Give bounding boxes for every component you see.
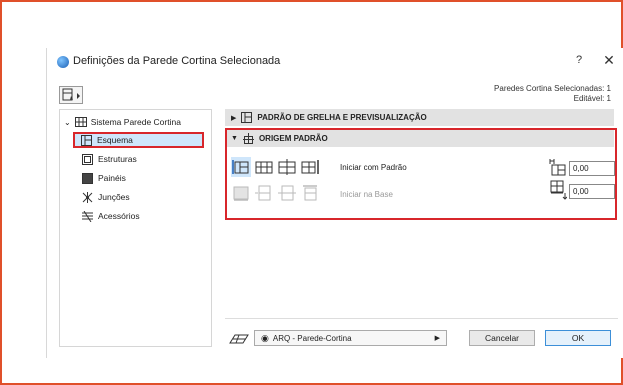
tree-item-label: Acessórios (98, 211, 140, 221)
vertical-offset-icon (550, 180, 567, 200)
dialog-title: Definições da Parede Cortina Selecionada (73, 55, 281, 67)
pattern-left-icon (232, 160, 249, 174)
frame-icon (82, 153, 93, 165)
start-base-middle-button[interactable] (277, 183, 297, 203)
junction-icon (82, 191, 93, 203)
start-pattern-right-button[interactable] (300, 157, 320, 177)
chevron-down-icon[interactable]: ⌄ (64, 118, 71, 127)
selection-info: Paredes Cortina Selecionadas: 1 Editável… (494, 84, 611, 104)
layer-favorite-selector[interactable]: ◉ ARQ - Parede-Cortina ▶ (254, 330, 447, 346)
eye-icon: ◉ (261, 332, 269, 343)
base-bottom-icon (233, 186, 249, 201)
pattern-center-icon (255, 161, 273, 174)
favorites-icon (62, 88, 80, 101)
cancel-button[interactable]: Cancelar (469, 330, 535, 346)
start-pattern-center-button[interactable] (254, 157, 274, 177)
curtain-wall-tool-icon (229, 334, 249, 344)
origin-settings-box: Iniciar com Padrão Iniciar na Base 0,00 … (225, 128, 617, 220)
vertical-offset-field[interactable]: 0,00 (569, 184, 615, 199)
chevron-right-icon[interactable]: ▶ (231, 114, 236, 122)
layer-name: ARQ - Parede-Cortina (272, 333, 352, 343)
pattern-right-icon (301, 160, 319, 174)
start-pattern-middle-button[interactable] (277, 157, 297, 177)
horizontal-offset-field[interactable]: 0,00 (569, 161, 615, 176)
base-center-icon (255, 185, 271, 201)
screenshot-frame: Definições da Parede Cortina Selecionada… (0, 0, 623, 385)
curtain-wall-icon (74, 117, 87, 127)
curtain-wall-settings-dialog: Definições da Parede Cortina Selecionada… (46, 48, 623, 358)
start-with-pattern-label: Iniciar com Padrão (340, 163, 407, 172)
panel-icon (82, 172, 93, 184)
start-at-base-label: Iniciar na Base (340, 190, 393, 199)
base-top-icon (303, 185, 317, 201)
start-pattern-left-button[interactable] (231, 157, 251, 177)
grid-pattern-icon (241, 112, 253, 123)
editable-count: Editável: 1 (573, 94, 611, 103)
section-grid-preview[interactable]: ▶ PADRÃO DE GRELHA E PREVISUALIZAÇÃO (225, 109, 614, 126)
title-bar: Definições da Parede Cortina Selecionada… (47, 48, 623, 76)
tree-item-accessories[interactable]: Acessórios (82, 208, 140, 224)
base-middle-icon (278, 185, 296, 201)
tree-item-label: Esquema (97, 135, 133, 145)
tree-item-label: Estruturas (98, 154, 137, 164)
settings-tree: ⌄ Sistema Parede Cortina Esquema Estrutu… (59, 109, 212, 347)
start-base-bottom-button[interactable] (231, 183, 251, 203)
tree-item-junctions[interactable]: Junções (82, 189, 130, 205)
tree-item-label: Junções (98, 192, 130, 202)
start-base-options (231, 183, 320, 203)
footer-divider (225, 318, 618, 319)
section-title: PADRÃO DE GRELHA E PREVISUALIZAÇÃO (257, 113, 427, 122)
tree-item-schema[interactable]: Esquema (73, 132, 204, 148)
tree-root-curtain-wall-system[interactable]: ⌄ Sistema Parede Cortina (64, 117, 181, 127)
start-base-top-button[interactable] (300, 183, 320, 203)
chevron-right-icon: ▶ (434, 335, 440, 342)
help-button[interactable]: ? (572, 54, 586, 66)
tree-root-label: Sistema Parede Cortina (90, 117, 181, 127)
start-pattern-options (231, 157, 320, 177)
archicad-app-icon (57, 56, 69, 68)
start-base-center-button[interactable] (254, 183, 274, 203)
selected-count: Paredes Cortina Selecionadas: 1 (494, 84, 611, 93)
tree-item-frames[interactable]: Estruturas (82, 151, 137, 167)
pattern-middle-icon (278, 159, 296, 175)
favorites-button[interactable] (59, 86, 83, 104)
ok-button[interactable]: OK (545, 330, 611, 346)
tree-item-label: Painéis (98, 173, 126, 183)
accessory-icon (82, 210, 93, 222)
tree-item-panels[interactable]: Painéis (82, 170, 126, 186)
horizontal-offset-icon (549, 159, 566, 176)
close-button[interactable]: ✕ (602, 52, 616, 69)
schema-icon (81, 134, 92, 146)
